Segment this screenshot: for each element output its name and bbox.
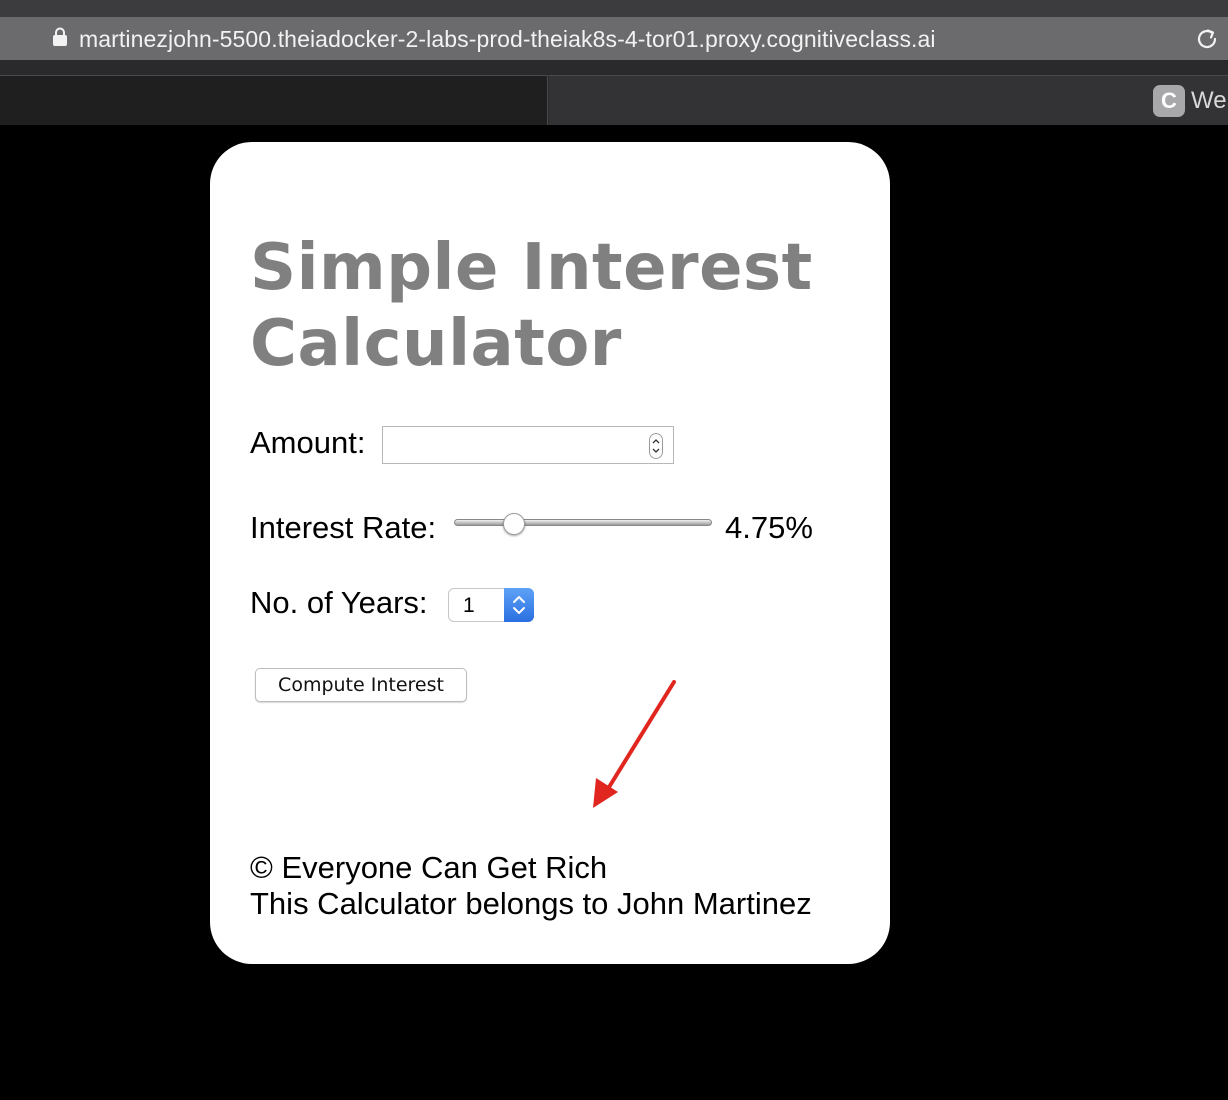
- address-bar[interactable]: martinezjohn-5500.theiadocker-2-labs-pro…: [0, 17, 1228, 61]
- years-select-value: 1: [463, 594, 475, 617]
- tab-inactive[interactable]: [549, 75, 1228, 125]
- years-select[interactable]: 1: [448, 588, 534, 622]
- chevron-updown-icon: [504, 588, 534, 622]
- tab-favicon-icon: C: [1153, 85, 1185, 117]
- rate-slider-thumb[interactable]: [503, 513, 525, 535]
- calculator-card: Simple Interest Calculator Amount: Inter…: [210, 142, 890, 964]
- amount-input[interactable]: [382, 426, 674, 464]
- tab-title[interactable]: Wel: [1191, 87, 1228, 115]
- stepper-icon[interactable]: [649, 433, 663, 459]
- rate-value: 4.75%: [725, 510, 813, 545]
- annotation-arrow-icon: [593, 680, 676, 808]
- footer-copyright: © Everyone Can Get Rich: [250, 850, 608, 885]
- url-text[interactable]: martinezjohn-5500.theiadocker-2-labs-pro…: [79, 26, 936, 53]
- lock-icon: [53, 27, 67, 46]
- years-label: No. of Years:: [250, 585, 428, 620]
- compute-interest-button[interactable]: Compute Interest: [255, 668, 467, 702]
- rate-label: Interest Rate:: [250, 510, 437, 545]
- page-title: Simple Interest Calculator: [250, 231, 813, 381]
- footer-owner: This Calculator belongs to John Martinez: [250, 886, 812, 921]
- reload-icon[interactable]: [1194, 26, 1220, 52]
- amount-label: Amount:: [250, 425, 366, 460]
- rate-slider[interactable]: [454, 519, 712, 526]
- footer: © Everyone Can Get Rich This Calculator …: [250, 850, 812, 922]
- tab-active[interactable]: [0, 75, 548, 125]
